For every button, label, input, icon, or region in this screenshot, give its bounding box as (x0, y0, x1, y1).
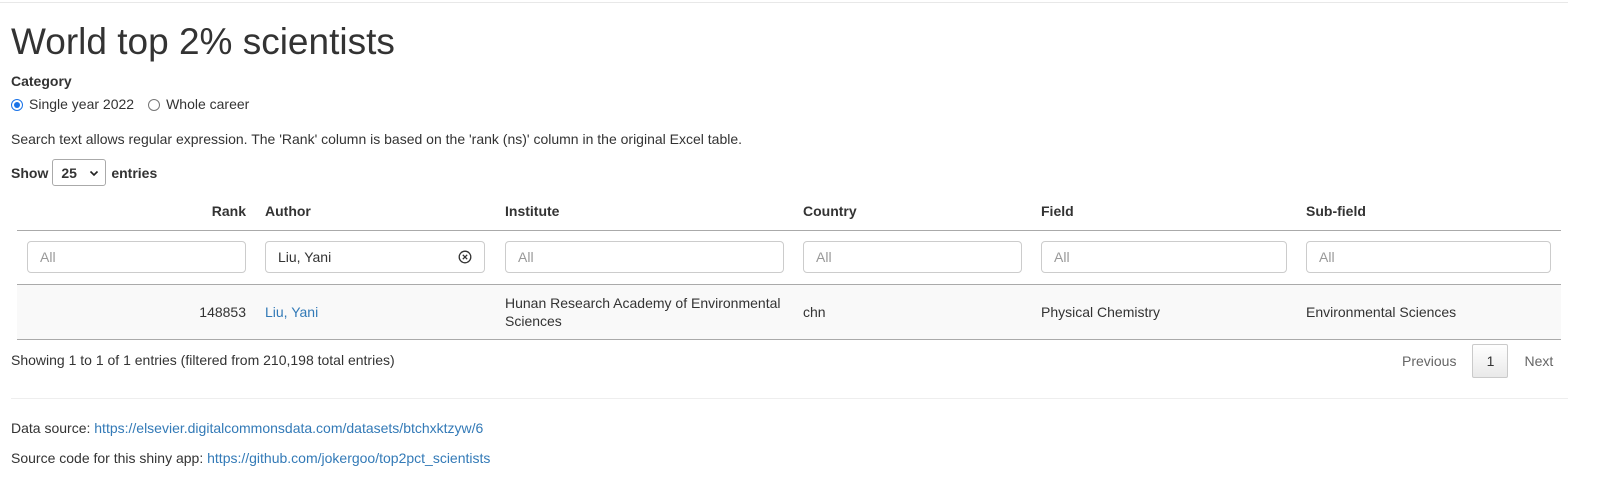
filter-author-value: Liu, Yani (278, 249, 332, 265)
cell-institute: Hunan Research Academy of Environmental … (505, 295, 781, 329)
table-info-text: Showing 1 to 1 of 1 entries (filtered fr… (11, 352, 395, 368)
source-code-line: Source code for this shiny app: https://… (11, 450, 490, 467)
column-header-institute[interactable]: Institute (505, 196, 559, 226)
radio-single-year[interactable]: Single year 2022 (11, 96, 134, 113)
column-header-author[interactable]: Author (265, 196, 311, 226)
filter-input-subfield[interactable]: All (1306, 241, 1551, 273)
entries-per-page-select[interactable]: 25 (52, 159, 107, 186)
radio-label-whole-career: Whole career (166, 96, 250, 112)
cell-author: Liu, Yani (265, 285, 318, 339)
page-title: World top 2% scientists (11, 21, 395, 62)
show-label: Show (11, 164, 49, 181)
clear-circle-x-icon[interactable] (458, 250, 472, 264)
filter-input-institute[interactable]: All (505, 241, 784, 273)
pagination-next-button[interactable]: Next (1508, 344, 1569, 378)
filter-input-field[interactable]: All (1041, 241, 1287, 273)
entries-label: entries (111, 164, 158, 181)
radio-button-unchecked[interactable] (148, 98, 161, 111)
data-source-label: Data source: (11, 420, 91, 436)
author-link[interactable]: Liu, Yani (265, 303, 318, 321)
table-row: 148853 Liu, Yani Hunan Research Academy … (17, 285, 1561, 340)
filter-input-author[interactable]: Liu, Yani (265, 241, 485, 273)
table-header-row: Rank Author Institute Country Field Sub-… (17, 196, 1561, 231)
category-label: Category (11, 73, 72, 89)
cell-country: chn (803, 304, 826, 320)
category-radio-group: Single year 2022 Whole career (11, 96, 263, 113)
column-header-subfield[interactable]: Sub-field (1306, 196, 1366, 226)
cell-field: Physical Chemistry (1041, 304, 1161, 320)
top-divider (0, 2, 1568, 3)
cell-rank: 148853 (199, 304, 246, 320)
search-help-text: Search text allows regular expression. T… (11, 131, 743, 147)
pagination-previous-button[interactable]: Previous (1386, 344, 1472, 378)
column-header-country[interactable]: Country (803, 196, 857, 226)
data-source-link[interactable]: https://elsevier.digitalcommonsdata.com/… (94, 420, 483, 436)
column-header-field[interactable]: Field (1041, 196, 1074, 226)
pagination-page-1-button[interactable]: 1 (1472, 344, 1509, 378)
filter-input-country[interactable]: All (803, 241, 1022, 273)
entries-per-page-value: 25 (61, 164, 77, 181)
chevron-down-icon (90, 170, 99, 176)
radio-button-checked[interactable] (11, 98, 23, 111)
column-filter-row: All Liu, Yani All All All All (17, 231, 1561, 285)
entries-length-control: Show 25 entries (11, 159, 157, 186)
column-header-rank[interactable]: Rank (17, 196, 246, 226)
source-code-link[interactable]: https://github.com/jokergoo/top2pct_scie… (207, 450, 490, 466)
source-code-label: Source code for this shiny app: (11, 450, 204, 466)
footer-divider (11, 398, 1568, 399)
filter-input-rank[interactable]: All (27, 241, 246, 273)
data-source-line: Data source: https://elsevier.digitalcom… (11, 420, 483, 437)
pagination: Previous 1 Next (1386, 344, 1569, 378)
radio-label-single-year: Single year 2022 (29, 96, 135, 112)
cell-subfield: Environmental Sciences (1306, 304, 1457, 320)
radio-whole-career[interactable]: Whole career (148, 96, 249, 113)
